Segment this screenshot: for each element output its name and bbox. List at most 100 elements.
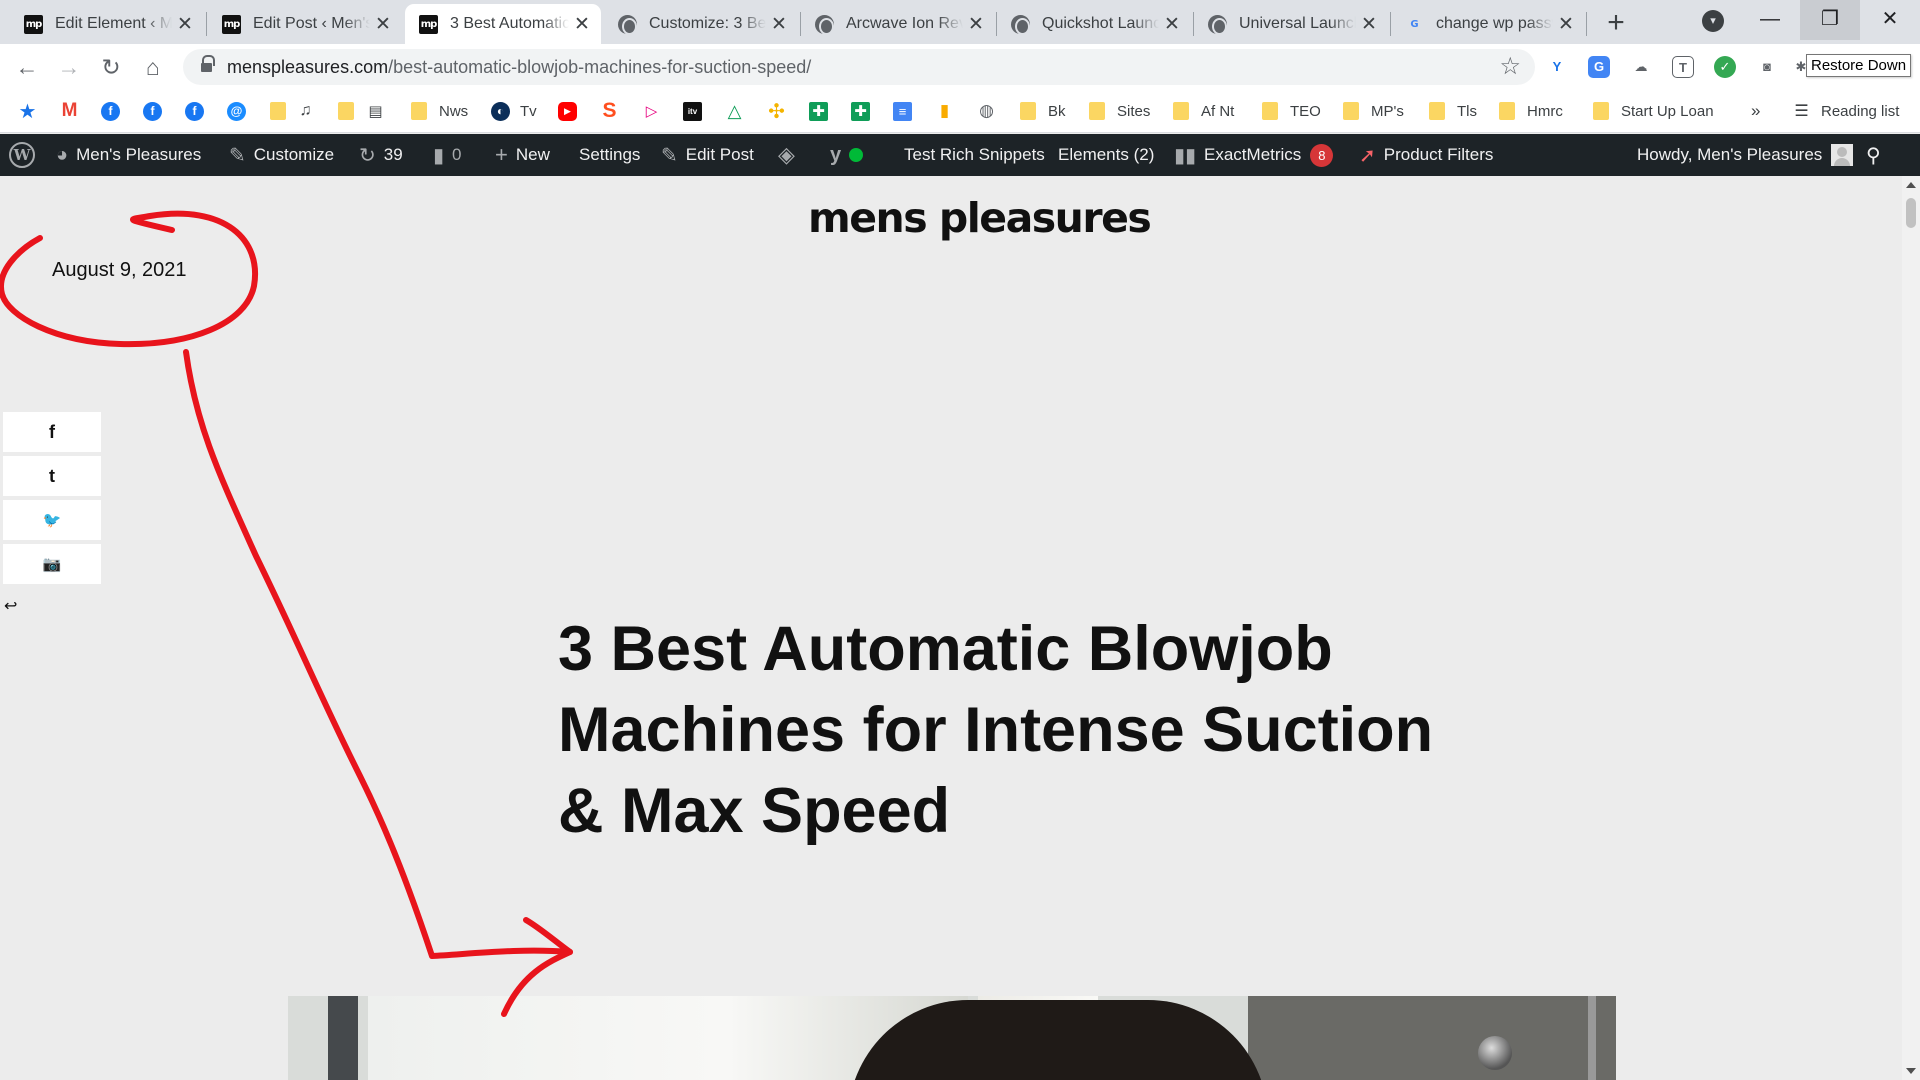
settings-label: Settings — [579, 145, 641, 164]
globe-icon — [618, 14, 637, 35]
bookmark-folder[interactable]: Start Up Loan — [1593, 99, 1714, 123]
grammar-extension-icon[interactable]: ✓ — [1714, 56, 1736, 78]
diamond-plugin-menu[interactable]: ◈ — [778, 134, 803, 176]
bookmark-item[interactable]: f — [101, 99, 120, 123]
bookmark-item[interactable]: ◐ Tv — [491, 99, 537, 123]
url-text[interactable]: menspleasures.com/best-automatic-blowjob… — [227, 57, 811, 78]
bookmark-item[interactable]: ◍ — [977, 99, 996, 123]
back-button[interactable]: ← — [10, 50, 44, 84]
close-icon[interactable]: ✕ — [1557, 13, 1575, 36]
chat-extension-icon[interactable]: ☁ — [1630, 56, 1652, 78]
bookmark-folder[interactable]: MP's — [1343, 99, 1404, 123]
bookmark-item[interactable]: @ — [227, 99, 246, 123]
tab-search-icon[interactable]: ▾ — [1702, 10, 1724, 32]
new-content-menu[interactable]: + New — [495, 134, 550, 176]
share-twitter-button[interactable]: 🐦 — [3, 500, 101, 540]
rich-snippets-link[interactable]: Test Rich Snippets — [904, 134, 1045, 176]
close-icon[interactable]: ✕ — [374, 13, 392, 36]
folder-icon — [1429, 102, 1445, 120]
tab-universal[interactable]: Universal Launch ✕ — [1194, 4, 1388, 44]
bookmark-folder[interactable]: Af Nt — [1173, 99, 1234, 123]
bookmark-folder[interactable]: Hmrc — [1499, 99, 1563, 123]
hide-share-bar-icon[interactable]: ↩ — [4, 596, 17, 616]
bookmark-item[interactable] — [270, 99, 286, 123]
exactmetrics-menu[interactable]: ▮▮ ExactMetrics 8 — [1174, 134, 1334, 176]
camera-extension-icon[interactable]: ◙ — [1756, 56, 1778, 78]
yoast-seo-menu[interactable]: y — [830, 134, 864, 176]
wp-logo-menu[interactable]: W — [9, 134, 35, 176]
scroll-down-arrow-icon[interactable] — [1906, 1068, 1916, 1074]
bookmark-folder[interactable]: Bk — [1020, 99, 1066, 123]
comments-link[interactable]: ▮ 0 — [433, 134, 461, 176]
scrollbar-thumb[interactable] — [1906, 198, 1916, 228]
close-icon[interactable]: ✕ — [967, 13, 985, 36]
close-icon[interactable]: ✕ — [573, 13, 591, 36]
extension-y-icon[interactable]: Y — [1546, 56, 1568, 78]
customize-link[interactable]: ✎ Customize — [229, 134, 334, 176]
reading-list-button[interactable]: ☰ Reading list — [1792, 99, 1899, 123]
bookmarks-overflow-button[interactable]: » — [1751, 99, 1760, 123]
share-instagram-button[interactable]: 📷 — [3, 544, 101, 584]
bookmark-item[interactable]: itv — [683, 99, 702, 123]
bookmark-item[interactable]: f — [185, 99, 204, 123]
close-icon[interactable]: ✕ — [176, 13, 194, 36]
forward-button[interactable]: → — [52, 50, 86, 84]
bookmark-item[interactable]: ▤ — [366, 99, 385, 123]
share-tumblr-button[interactable]: t — [3, 456, 101, 496]
tab-active-post[interactable]: mp 3 Best Automatic Blowjob Machines ✕ — [405, 4, 601, 44]
site-name-menu[interactable]: ◕ Men's Pleasures — [56, 134, 201, 176]
new-tab-button[interactable]: + — [1598, 6, 1634, 42]
tab-edit-post[interactable]: mp Edit Post ‹ Men's Pleasures ✕ — [208, 4, 402, 44]
bookmark-folder[interactable]: Sites — [1089, 99, 1150, 123]
bookmark-item[interactable]: ▷ — [642, 99, 661, 123]
bookmark-item[interactable]: M — [60, 99, 79, 123]
bookmark-item[interactable]: f — [143, 99, 162, 123]
product-filters-link[interactable]: ➚ Product Filters — [1359, 134, 1493, 176]
close-icon[interactable]: ✕ — [1163, 13, 1181, 36]
lock-icon — [201, 55, 215, 73]
tab-arcwave[interactable]: Arcwave Ion Review ✕ — [801, 4, 995, 44]
bookmark-label: Start Up Loan — [1621, 102, 1714, 120]
tab-edit-element[interactable]: mp Edit Element ‹ Men's Pleasures ✕ — [10, 4, 204, 44]
tab-customize[interactable]: Customize: 3 Best Automatic ✕ — [604, 4, 798, 44]
close-icon[interactable]: ✕ — [770, 13, 788, 36]
close-window-button[interactable]: ✕ — [1860, 0, 1920, 40]
updates-link[interactable]: ↻ 39 — [359, 134, 403, 176]
my-account-menu[interactable]: Howdy, Men's Pleasures — [1637, 134, 1854, 176]
bookmark-item[interactable]: △ — [725, 99, 744, 123]
howdy-label: Howdy, Men's Pleasures — [1637, 145, 1823, 164]
reload-button[interactable]: ↻ — [94, 50, 128, 84]
bookmark-item[interactable]: ✚ — [851, 99, 870, 123]
text-extension-icon[interactable]: T — [1672, 56, 1694, 78]
translate-icon[interactable]: G — [1588, 56, 1610, 78]
tab-google-search[interactable]: G change wp password ✕ — [1391, 4, 1585, 44]
bookmark-folder[interactable]: TEO — [1262, 99, 1321, 123]
close-icon[interactable]: ✕ — [1360, 13, 1378, 36]
bookmark-item[interactable]: ▮ — [935, 99, 954, 123]
admin-search-button[interactable]: ⚲ — [1866, 134, 1889, 176]
bookmark-item[interactable]: S — [600, 99, 619, 123]
bookmark-folder[interactable]: Nws — [411, 99, 468, 123]
tab-quickshot[interactable]: Quickshot Launch ✕ — [997, 4, 1191, 44]
page-scrollbar[interactable] — [1902, 176, 1920, 1080]
bookmark-item[interactable]: ≡ — [893, 99, 912, 123]
home-button[interactable]: ⌂ — [136, 50, 170, 84]
address-bar[interactable]: menspleasures.com/best-automatic-blowjob… — [183, 49, 1535, 85]
scroll-up-arrow-icon[interactable] — [1906, 182, 1916, 188]
bookmark-item[interactable]: ★ — [18, 99, 37, 123]
settings-link[interactable]: Settings — [579, 134, 640, 176]
site-logo[interactable]: mens pleasures — [808, 194, 1152, 242]
bookmark-folder[interactable]: Tls — [1429, 99, 1477, 123]
elements-menu[interactable]: Elements (2) — [1058, 134, 1154, 176]
share-facebook-button[interactable]: f — [3, 412, 101, 452]
bookmark-item[interactable]: ✣ — [767, 99, 786, 123]
bookmark-item[interactable]: ♫ — [296, 99, 315, 123]
minimize-button[interactable]: — — [1740, 0, 1800, 40]
restore-down-button[interactable]: ❐ — [1800, 0, 1860, 40]
notification-badge: 8 — [1310, 143, 1334, 167]
bookmark-item[interactable]: ▶ — [558, 99, 577, 123]
bookmark-item[interactable] — [338, 99, 354, 123]
bookmark-item[interactable]: ✚ — [809, 99, 828, 123]
bookmark-star-icon[interactable]: ☆ — [1499, 52, 1521, 81]
edit-post-link[interactable]: ✎ Edit Post — [661, 134, 754, 176]
